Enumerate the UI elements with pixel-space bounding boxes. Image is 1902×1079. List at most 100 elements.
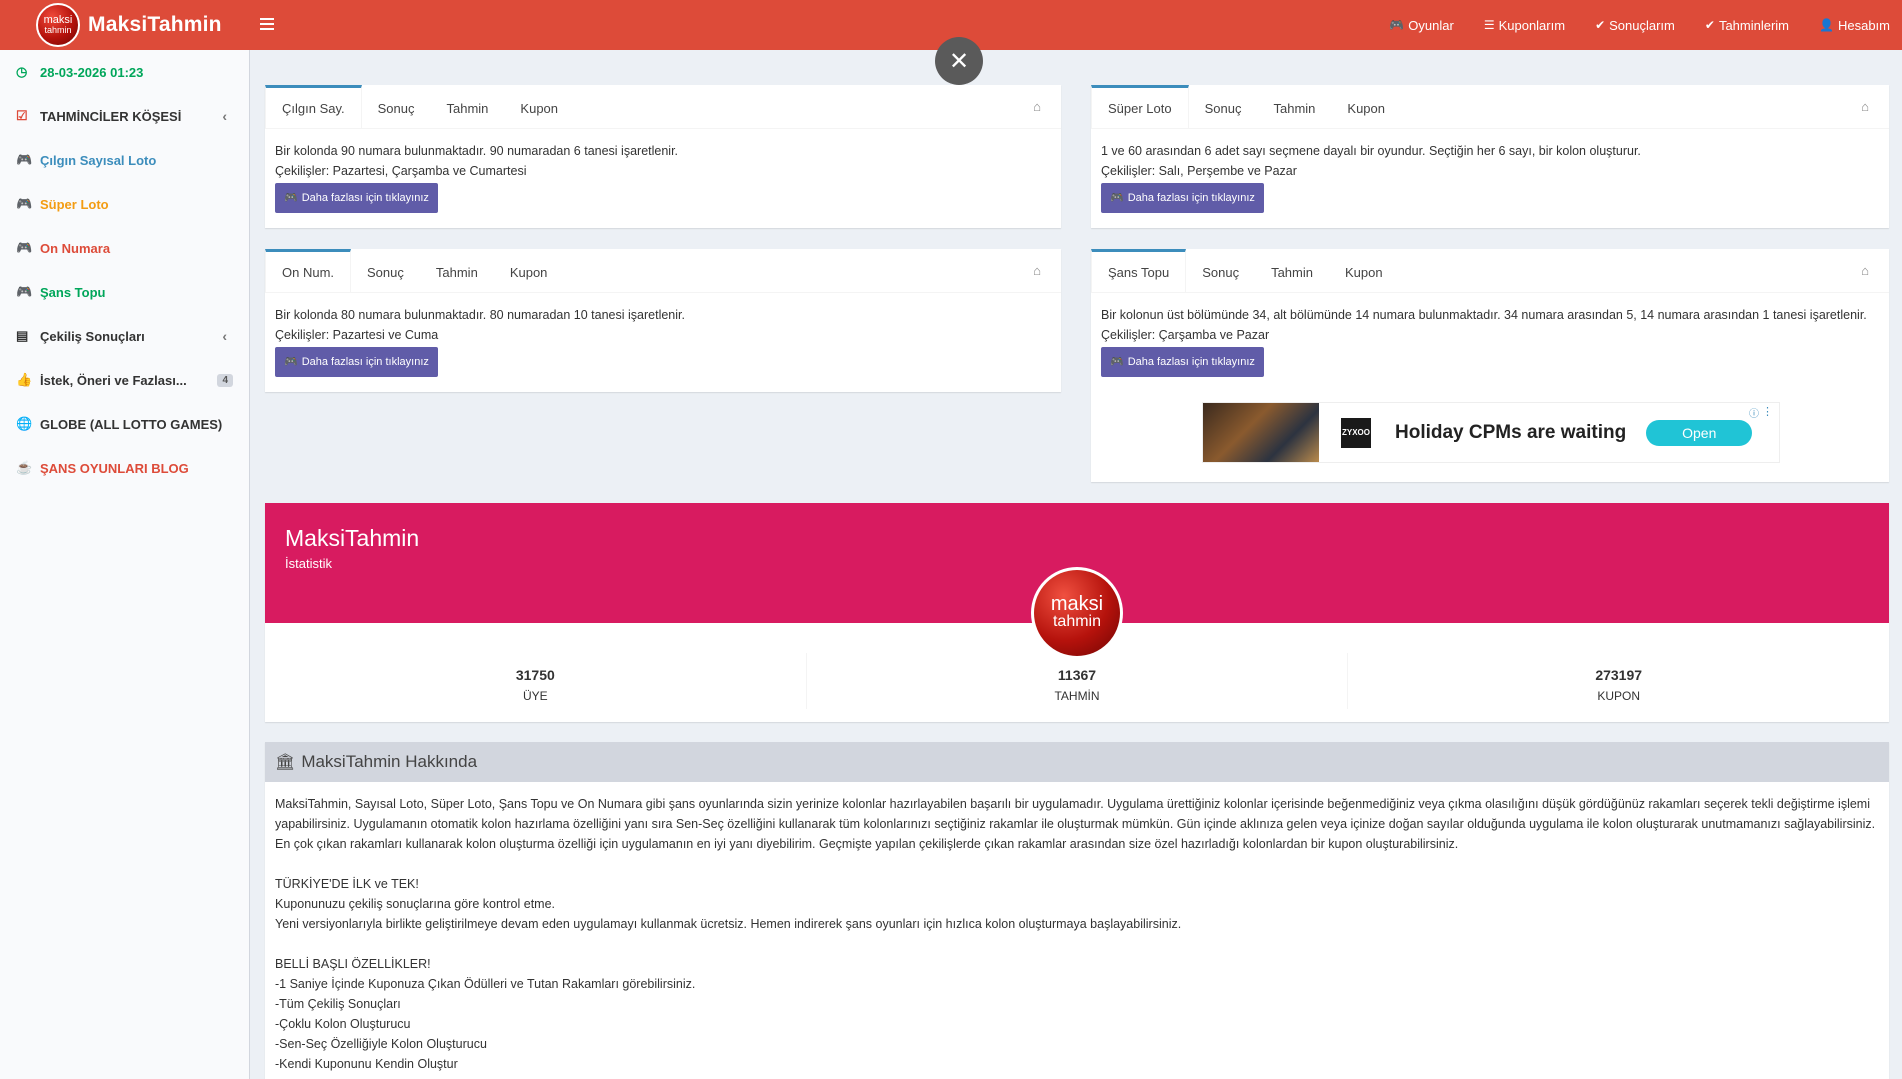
draw-days-text: Çekilişler: Pazartesi ve Cuma	[275, 328, 439, 342]
draw-days-text: Çekilişler: Salı, Perşembe ve Pazar	[1101, 164, 1297, 178]
tab-bar: Şans Topu Sonuç Tahmin Kupon ⌂	[1091, 249, 1889, 293]
sidebar-item-blog[interactable]: ☕ ŞANS OYUNLARI BLOG	[0, 446, 249, 490]
tab-kupon[interactable]: Kupon	[504, 85, 574, 128]
tab-game[interactable]: Süper Loto	[1091, 85, 1189, 128]
home-icon[interactable]: ⌂	[1861, 263, 1869, 278]
gamepad-icon: 🎮	[284, 356, 298, 368]
button-label: Daha fazlası için tıklayınız	[301, 192, 429, 204]
stats-row: 31750 ÜYE 11367 TAHMİN 273197 KUPON	[265, 653, 1889, 709]
tab-tahmin[interactable]: Tahmin	[1255, 249, 1329, 292]
tab-sonuc[interactable]: Sonuç	[362, 85, 431, 128]
desc-text: Bir kolonda 90 numara bulunmaktadır. 90 …	[275, 144, 679, 158]
button-label: Daha fazlası için tıklayınız	[1127, 192, 1255, 204]
sidebar-item-label: Şans Topu	[40, 284, 106, 300]
sidebar-item-label: TAHMİNCİLER KÖŞESİ	[40, 108, 182, 124]
stat-tahmin: 11367 TAHMİN	[807, 653, 1349, 709]
sidebar-item-cilgin-sayisal[interactable]: 🎮 Çılgın Sayısal Loto	[0, 138, 249, 182]
home-icon[interactable]: ⌂	[1033, 99, 1041, 114]
menu-icon	[260, 18, 274, 20]
tab-bar: Çılgın Say. Sonuç Tahmin Kupon ⌂	[265, 85, 1061, 129]
close-button[interactable]: ✕	[935, 37, 983, 85]
tab-sonuc[interactable]: Sonuç	[1186, 249, 1255, 292]
feature-item: -Tüm Çekiliş Sonuçları	[275, 997, 401, 1011]
nav-label: Oyunlar	[1408, 17, 1454, 33]
ad-open-button[interactable]: Open	[1646, 419, 1753, 446]
feature-item: -Çoklu Kolon Oluşturucu	[275, 1017, 411, 1031]
info-icon[interactable]: ⓘ	[1749, 405, 1759, 420]
tab-tahmin[interactable]: Tahmin	[431, 85, 505, 128]
nav-label: Kuponlarım	[1498, 17, 1566, 33]
stat-label: KUPON	[1597, 689, 1641, 703]
more-info-button[interactable]: 🎮 Daha fazlası için tıklayınız	[1101, 347, 1264, 377]
logo-text-line1: maksi	[43, 14, 73, 26]
tab-kupon[interactable]: Kupon	[494, 249, 564, 292]
more-info-button[interactable]: 🎮 Daha fazlası için tıklayınız	[275, 183, 438, 213]
gamepad-icon: 🎮	[16, 240, 33, 255]
gamepad-icon: 🎮	[1110, 192, 1124, 204]
sidebar-item-on-numara[interactable]: 🎮 On Numara	[0, 226, 249, 270]
nav-sonuclarim[interactable]: ✔ Sonuçlarım	[1595, 18, 1675, 33]
more-info-button[interactable]: 🎮 Daha fazlası için tıklayınız	[1101, 183, 1264, 213]
more-info-button[interactable]: 🎮 Daha fazlası için tıklayınız	[275, 347, 438, 377]
check-circle-icon: ✔	[1595, 18, 1606, 32]
sidebar-item-globe[interactable]: 🌐 GLOBE (ALL LOTTO GAMES)	[0, 402, 249, 446]
about-title: MaksiTahmin Hakkında	[301, 752, 478, 771]
more-options-icon[interactable]: ⋮	[1762, 405, 1773, 418]
tab-game[interactable]: Çılgın Say.	[265, 85, 362, 128]
chevron-left-icon: ‹	[222, 328, 227, 344]
advertisement-banner[interactable]: ZYXOO Holiday CPMs are waiting Open ⓘ ⋮	[1202, 402, 1780, 463]
home-icon[interactable]: ⌂	[1033, 263, 1041, 278]
brand-logo-link[interactable]: maksi tahmin MaksiTahmin	[0, 0, 250, 50]
avatar-text-line1: maksi	[1050, 593, 1104, 615]
tab-game[interactable]: On Num.	[265, 249, 352, 292]
check-square-icon: ☑	[16, 108, 28, 123]
nav-tahminlerim[interactable]: ✔ Tahminlerim	[1705, 18, 1789, 33]
coffee-icon: ☕	[16, 460, 33, 475]
nav-kuponlarim[interactable]: ☰ Kuponlarım	[1484, 18, 1565, 33]
nav-hesabim[interactable]: 👤 Hesabım	[1819, 18, 1890, 33]
gamepad-icon: 🎮	[1110, 356, 1124, 368]
sidebar-toggle-button[interactable]	[260, 14, 280, 34]
sidebar-item-cekilis-sonuclari[interactable]: ▤ Çekiliş Sonuçları ‹	[0, 314, 249, 358]
sidebar-item-istek-oneri[interactable]: 👍 İstek, Öneri ve Fazlası... 4	[0, 358, 249, 402]
stat-value: 31750	[515, 667, 555, 683]
sidebar-item-label: GLOBE (ALL LOTTO GAMES)	[40, 416, 223, 432]
button-label: Daha fazlası için tıklayınız	[1127, 356, 1255, 368]
top-nav-menu: 🎮 Oyunlar ☰ Kuponlarım ✔ Sonuçlarım ✔ Ta…	[1389, 0, 1890, 50]
about-line: Yeni versiyonlarıyla birlikte geliştiril…	[275, 917, 1182, 931]
user-icon: 👤	[1819, 18, 1834, 32]
sidebar-item-label: ŞANS OYUNLARI BLOG	[40, 460, 189, 476]
about-box: 🏛 MaksiTahmin Hakkında MaksiTahmin, Sayı…	[265, 742, 1889, 1079]
sidebar-item-sans-topu[interactable]: 🎮 Şans Topu	[0, 270, 249, 314]
nav-oyunlar[interactable]: 🎮 Oyunlar	[1389, 18, 1453, 33]
feature-item: -Kendi Kuponunu Kendin Oluştur	[275, 1057, 458, 1071]
clock-icon: ◷	[16, 64, 28, 79]
tab-bar: Süper Loto Sonuç Tahmin Kupon ⌂	[1091, 85, 1889, 129]
tab-game[interactable]: Şans Topu	[1091, 249, 1187, 292]
about-line: Kuponunuzu çekiliş sonuçlarına göre kont…	[275, 897, 556, 911]
tab-kupon[interactable]: Kupon	[1329, 249, 1399, 292]
sidebar-item-super-loto[interactable]: 🎮 Süper Loto	[0, 182, 249, 226]
home-icon[interactable]: ⌂	[1861, 99, 1869, 114]
nav-label: Tahminlerim	[1718, 17, 1790, 33]
globe-icon: 🌐	[16, 416, 33, 431]
list-icon: ☰	[1483, 18, 1495, 32]
stat-uye: 31750 ÜYE	[265, 653, 807, 709]
tab-sonuc[interactable]: Sonuç	[351, 249, 420, 292]
gamepad-icon: 🎮	[16, 196, 33, 211]
tab-kupon[interactable]: Kupon	[1331, 85, 1401, 128]
sidebar-item-tahminciler[interactable]: ☑ TAHMİNCİLER KÖŞESİ ‹	[0, 94, 249, 138]
button-label: Daha fazlası için tıklayınız	[301, 356, 429, 368]
sidebar-item-label: Çekiliş Sonuçları	[40, 328, 145, 344]
tab-sonuc[interactable]: Sonuç	[1189, 85, 1258, 128]
sidebar: ◷ 28-03-2026 01:23 ☑ TAHMİNCİLER KÖŞESİ …	[0, 50, 250, 1079]
sidebar-item-label: On Numara	[40, 240, 111, 256]
tab-tahmin[interactable]: Tahmin	[420, 249, 494, 292]
tab-bar: On Num. Sonuç Tahmin Kupon ⌂	[265, 249, 1061, 293]
tab-tahmin[interactable]: Tahmin	[1257, 85, 1331, 128]
ad-image	[1203, 403, 1319, 462]
count-badge: 4	[217, 373, 233, 387]
stat-label: ÜYE	[522, 689, 548, 703]
game-box-cilgin-sayisal: Çılgın Say. Sonuç Tahmin Kupon ⌂ Bir kol…	[265, 85, 1061, 228]
nav-label: Hesabım	[1837, 17, 1890, 33]
